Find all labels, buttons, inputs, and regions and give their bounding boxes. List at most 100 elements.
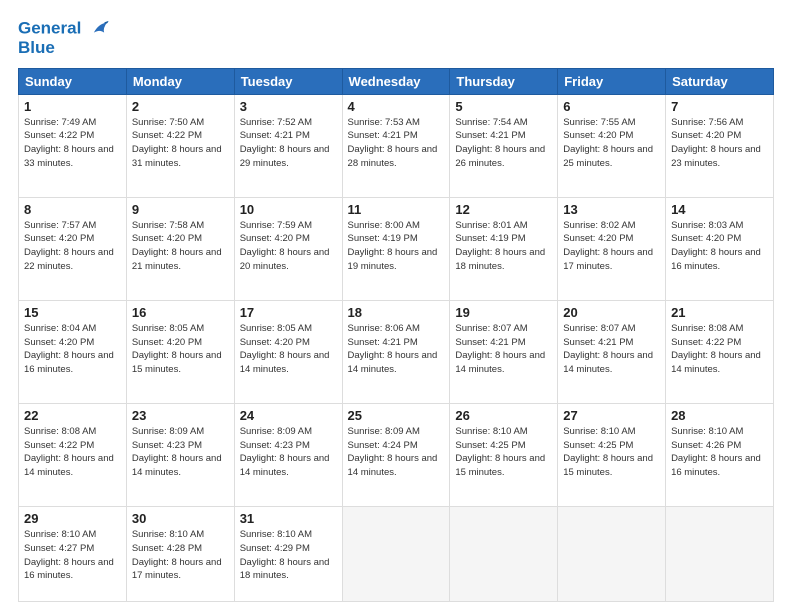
- calendar-cell: 3 Sunrise: 7:52 AMSunset: 4:21 PMDaylight…: [234, 94, 342, 197]
- day-number: 14: [671, 202, 768, 217]
- day-info: Sunrise: 8:07 AMSunset: 4:21 PMDaylight:…: [563, 322, 660, 377]
- day-info: Sunrise: 7:52 AMSunset: 4:21 PMDaylight:…: [240, 116, 337, 171]
- day-info: Sunrise: 8:09 AMSunset: 4:23 PMDaylight:…: [132, 425, 229, 480]
- day-info: Sunrise: 7:59 AMSunset: 4:20 PMDaylight:…: [240, 219, 337, 274]
- day-number: 3: [240, 99, 337, 114]
- day-number: 29: [24, 511, 121, 526]
- calendar-cell: 19 Sunrise: 8:07 AMSunset: 4:21 PMDayligh…: [450, 300, 558, 403]
- day-number: 16: [132, 305, 229, 320]
- day-info: Sunrise: 7:55 AMSunset: 4:20 PMDaylight:…: [563, 116, 660, 171]
- day-number: 20: [563, 305, 660, 320]
- day-number: 6: [563, 99, 660, 114]
- day-number: 7: [671, 99, 768, 114]
- calendar-cell: 31 Sunrise: 8:10 AMSunset: 4:29 PMDayligh…: [234, 506, 342, 601]
- day-number: 9: [132, 202, 229, 217]
- calendar-cell: 22 Sunrise: 8:08 AMSunset: 4:22 PMDayligh…: [19, 403, 127, 506]
- day-number: 2: [132, 99, 229, 114]
- day-number: 30: [132, 511, 229, 526]
- calendar-cell: [666, 506, 774, 601]
- day-number: 22: [24, 408, 121, 423]
- calendar-cell: 11 Sunrise: 8:00 AMSunset: 4:19 PMDayligh…: [342, 197, 450, 300]
- day-info: Sunrise: 8:00 AMSunset: 4:19 PMDaylight:…: [348, 219, 445, 274]
- day-info: Sunrise: 8:08 AMSunset: 4:22 PMDaylight:…: [671, 322, 768, 377]
- day-info: Sunrise: 8:10 AMSunset: 4:27 PMDaylight:…: [24, 528, 121, 583]
- calendar-cell: 14 Sunrise: 8:03 AMSunset: 4:20 PMDayligh…: [666, 197, 774, 300]
- calendar-cell: 4 Sunrise: 7:53 AMSunset: 4:21 PMDaylight…: [342, 94, 450, 197]
- calendar-cell: 9 Sunrise: 7:58 AMSunset: 4:20 PMDaylight…: [126, 197, 234, 300]
- day-number: 27: [563, 408, 660, 423]
- logo-general: General: [18, 18, 81, 37]
- day-info: Sunrise: 8:10 AMSunset: 4:25 PMDaylight:…: [563, 425, 660, 480]
- day-info: Sunrise: 8:08 AMSunset: 4:22 PMDaylight:…: [24, 425, 121, 480]
- calendar-cell: 10 Sunrise: 7:59 AMSunset: 4:20 PMDayligh…: [234, 197, 342, 300]
- calendar-cell: 15 Sunrise: 8:04 AMSunset: 4:20 PMDayligh…: [19, 300, 127, 403]
- header: General Blue: [18, 18, 774, 58]
- day-number: 17: [240, 305, 337, 320]
- day-number: 15: [24, 305, 121, 320]
- day-info: Sunrise: 7:56 AMSunset: 4:20 PMDaylight:…: [671, 116, 768, 171]
- day-number: 13: [563, 202, 660, 217]
- calendar-cell: 16 Sunrise: 8:05 AMSunset: 4:20 PMDayligh…: [126, 300, 234, 403]
- day-number: 28: [671, 408, 768, 423]
- day-number: 12: [455, 202, 552, 217]
- day-number: 24: [240, 408, 337, 423]
- day-info: Sunrise: 8:02 AMSunset: 4:20 PMDaylight:…: [563, 219, 660, 274]
- day-info: Sunrise: 8:10 AMSunset: 4:25 PMDaylight:…: [455, 425, 552, 480]
- calendar-cell: 24Sunrise: 8:09 AMSunset: 4:23 PMDayligh…: [234, 403, 342, 506]
- calendar-cell: [450, 506, 558, 601]
- day-number: 10: [240, 202, 337, 217]
- calendar-cell: [558, 506, 666, 601]
- day-info: Sunrise: 8:05 AMSunset: 4:20 PMDaylight:…: [240, 322, 337, 377]
- calendar-table: SundayMondayTuesdayWednesdayThursdayFrid…: [18, 68, 774, 602]
- day-info: Sunrise: 8:06 AMSunset: 4:21 PMDaylight:…: [348, 322, 445, 377]
- calendar-cell: 13 Sunrise: 8:02 AMSunset: 4:20 PMDayligh…: [558, 197, 666, 300]
- calendar-page: General Blue SundayMondayTuesdayWednesda…: [0, 0, 792, 612]
- weekday-header: Saturday: [666, 68, 774, 94]
- calendar-cell: 27 Sunrise: 8:10 AMSunset: 4:25 PMDayligh…: [558, 403, 666, 506]
- calendar-cell: 12 Sunrise: 8:01 AMSunset: 4:19 PMDayligh…: [450, 197, 558, 300]
- calendar-cell: 20 Sunrise: 8:07 AMSunset: 4:21 PMDayligh…: [558, 300, 666, 403]
- day-number: 21: [671, 305, 768, 320]
- logo: General Blue: [18, 18, 110, 58]
- day-info: Sunrise: 7:58 AMSunset: 4:20 PMDaylight:…: [132, 219, 229, 274]
- day-number: 23: [132, 408, 229, 423]
- calendar-cell: 7 Sunrise: 7:56 AMSunset: 4:20 PMDaylight…: [666, 94, 774, 197]
- day-number: 11: [348, 202, 445, 217]
- logo-bird-icon: [88, 18, 110, 40]
- day-number: 1: [24, 99, 121, 114]
- calendar-cell: 23 Sunrise: 8:09 AMSunset: 4:23 PMDayligh…: [126, 403, 234, 506]
- day-number: 26: [455, 408, 552, 423]
- weekday-header: Tuesday: [234, 68, 342, 94]
- day-info: Sunrise: 7:57 AMSunset: 4:20 PMDaylight:…: [24, 219, 121, 274]
- weekday-header: Wednesday: [342, 68, 450, 94]
- day-info: Sunrise: 8:03 AMSunset: 4:20 PMDaylight:…: [671, 219, 768, 274]
- calendar-cell: 21 Sunrise: 8:08 AMSunset: 4:22 PMDayligh…: [666, 300, 774, 403]
- calendar-cell: 18Sunrise: 8:06 AMSunset: 4:21 PMDayligh…: [342, 300, 450, 403]
- weekday-header: Thursday: [450, 68, 558, 94]
- calendar-cell: 28 Sunrise: 8:10 AMSunset: 4:26 PMDayligh…: [666, 403, 774, 506]
- day-info: Sunrise: 8:05 AMSunset: 4:20 PMDaylight:…: [132, 322, 229, 377]
- weekday-header: Friday: [558, 68, 666, 94]
- calendar-cell: 17 Sunrise: 8:05 AMSunset: 4:20 PMDayligh…: [234, 300, 342, 403]
- day-info: Sunrise: 7:54 AMSunset: 4:21 PMDaylight:…: [455, 116, 552, 171]
- day-number: 4: [348, 99, 445, 114]
- day-number: 19: [455, 305, 552, 320]
- calendar-cell: 30 Sunrise: 8:10 AMSunset: 4:28 PMDayligh…: [126, 506, 234, 601]
- weekday-header: Monday: [126, 68, 234, 94]
- day-info: Sunrise: 8:07 AMSunset: 4:21 PMDaylight:…: [455, 322, 552, 377]
- calendar-cell: 2 Sunrise: 7:50 AMSunset: 4:22 PMDaylight…: [126, 94, 234, 197]
- day-info: Sunrise: 8:10 AMSunset: 4:28 PMDaylight:…: [132, 528, 229, 583]
- logo-blue: Blue: [18, 38, 110, 58]
- calendar-cell: 1Sunrise: 7:49 AMSunset: 4:22 PMDaylight…: [19, 94, 127, 197]
- weekday-header: Sunday: [19, 68, 127, 94]
- day-info: Sunrise: 8:04 AMSunset: 4:20 PMDaylight:…: [24, 322, 121, 377]
- day-info: Sunrise: 8:10 AMSunset: 4:26 PMDaylight:…: [671, 425, 768, 480]
- day-info: Sunrise: 7:53 AMSunset: 4:21 PMDaylight:…: [348, 116, 445, 171]
- calendar-cell: 6 Sunrise: 7:55 AMSunset: 4:20 PMDaylight…: [558, 94, 666, 197]
- day-info: Sunrise: 8:01 AMSunset: 4:19 PMDaylight:…: [455, 219, 552, 274]
- day-info: Sunrise: 8:10 AMSunset: 4:29 PMDaylight:…: [240, 528, 337, 583]
- calendar-cell: [342, 506, 450, 601]
- day-number: 31: [240, 511, 337, 526]
- calendar-cell: 25Sunrise: 8:09 AMSunset: 4:24 PMDayligh…: [342, 403, 450, 506]
- day-info: Sunrise: 7:50 AMSunset: 4:22 PMDaylight:…: [132, 116, 229, 171]
